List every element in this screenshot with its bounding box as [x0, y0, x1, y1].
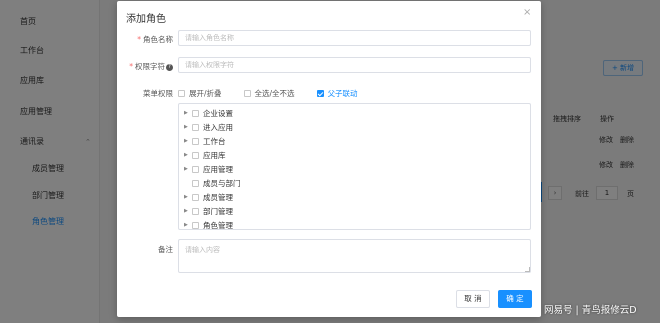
- caret-right-icon[interactable]: ▶: [184, 194, 192, 200]
- checkbox-icon: [243, 89, 251, 97]
- caret-right-icon[interactable]: ▶: [184, 110, 192, 116]
- caret-right-icon[interactable]: ▶: [184, 152, 192, 158]
- permission-char-label: * 权限字符?: [129, 61, 173, 72]
- caret-right-icon[interactable]: ▶: [184, 124, 192, 130]
- checkbox-icon[interactable]: [192, 193, 199, 201]
- add-role-dialog: 添加角色 × *角色名称 *权限字符? 菜单权限 展开/折叠 全选/全不选 父子…: [117, 1, 541, 317]
- required-asterisk: *: [129, 62, 133, 71]
- parent-child-link-checkbox[interactable]: 父子联动: [316, 88, 358, 99]
- checkbox-icon[interactable]: [192, 179, 199, 187]
- tree-node-enter-app[interactable]: ▶ 进入应用: [184, 121, 233, 133]
- caret-right-icon[interactable]: ▶: [184, 208, 192, 214]
- close-icon[interactable]: ×: [523, 7, 531, 18]
- tree-node-department-management[interactable]: ▶ 部门管理: [184, 205, 233, 217]
- watermark-text: 网易号 | 青鸟报修云D: [544, 305, 637, 316]
- checkbox-icon[interactable]: [192, 151, 199, 159]
- menu-tree: ▶ 企业设置 ▶ 进入应用 ▶ 工作台 ▶ 应用库 ▶ 应用管理 ▶ 成员与部门: [178, 103, 531, 230]
- caret-right-icon[interactable]: ▶: [184, 138, 192, 144]
- cancel-button[interactable]: 取 消: [456, 290, 490, 308]
- tree-node-member-management[interactable]: ▶ 成员管理: [184, 191, 233, 203]
- remark-textarea[interactable]: [178, 239, 531, 273]
- resize-handle-icon[interactable]: [525, 267, 530, 272]
- tree-node-workbench[interactable]: ▶ 工作台: [184, 135, 226, 147]
- checkbox-checked-icon: [316, 89, 324, 97]
- required-asterisk: *: [137, 35, 141, 44]
- expand-collapse-checkbox[interactable]: 展开/折叠: [178, 88, 222, 99]
- tree-node-enterprise-settings[interactable]: ▶ 企业设置: [184, 107, 233, 119]
- tree-node-app-management[interactable]: ▶ 应用管理: [184, 163, 233, 175]
- checkbox-icon[interactable]: [192, 165, 199, 173]
- confirm-button[interactable]: 确 定: [498, 290, 532, 308]
- role-name-input[interactable]: [178, 30, 531, 46]
- role-name-label: * 角色名称: [137, 35, 173, 44]
- caret-right-icon[interactable]: ▶: [184, 166, 192, 172]
- checkbox-icon[interactable]: [192, 137, 199, 145]
- permission-char-input[interactable]: [178, 57, 531, 73]
- menu-permission-label: 菜单权限: [143, 89, 173, 98]
- caret-right-icon[interactable]: ▶: [184, 222, 192, 228]
- checkbox-icon[interactable]: [192, 221, 199, 229]
- remark-label: 备注: [158, 245, 173, 254]
- question-icon[interactable]: ?: [166, 63, 173, 71]
- checkbox-icon: [178, 89, 185, 97]
- checkbox-icon[interactable]: [192, 207, 199, 215]
- dialog-title: 添加角色: [126, 14, 166, 25]
- tree-node-app-library[interactable]: ▶ 应用库: [184, 149, 226, 161]
- checkbox-icon[interactable]: [192, 123, 199, 131]
- tree-node-role-management[interactable]: ▶ 角色管理: [184, 219, 233, 230]
- checkbox-icon[interactable]: [192, 109, 199, 117]
- menu-permission-options: 展开/折叠 全选/全不选 父子联动: [178, 88, 380, 98]
- select-all-checkbox[interactable]: 全选/全不选: [243, 88, 295, 99]
- tree-node-members-departments[interactable]: ▶ 成员与部门: [184, 177, 241, 189]
